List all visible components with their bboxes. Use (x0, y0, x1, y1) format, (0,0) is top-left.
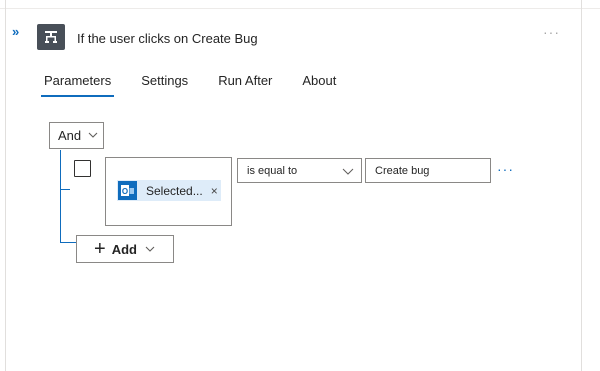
tab-parameters[interactable]: Parameters (40, 73, 115, 97)
action-title[interactable]: If the user clicks on Create Bug (77, 31, 258, 46)
add-condition-button[interactable]: + Add (76, 235, 174, 263)
token-remove-icon[interactable]: × (211, 184, 218, 198)
operator-value: is equal to (247, 164, 298, 177)
panel-right-border (581, 0, 582, 371)
collapse-chevron-icon[interactable]: » (12, 25, 19, 39)
add-button-label: Add (111, 241, 137, 257)
chevron-down-icon (342, 168, 354, 175)
chevron-down-icon (88, 132, 98, 138)
group-operator-dropdown[interactable]: And (49, 122, 104, 149)
condition-action-icon (37, 24, 65, 50)
operator-dropdown[interactable]: is equal to (237, 158, 362, 183)
top-divider (0, 8, 600, 9)
tab-settings[interactable]: Settings (141, 73, 188, 94)
token-label: Selected... (146, 183, 203, 198)
group-operator-value: And (58, 128, 82, 143)
dynamic-content-token[interactable]: O Selected... × (117, 180, 221, 201)
plus-icon: + (94, 238, 106, 260)
tree-connector-add (60, 242, 76, 243)
panel-left-border (5, 0, 6, 371)
condition-value-input[interactable]: Create bug (365, 158, 491, 183)
tab-about[interactable]: About (302, 73, 336, 94)
row-select-checkbox[interactable] (74, 160, 91, 177)
condition-icon (45, 31, 57, 43)
tree-connector-vertical (60, 150, 61, 242)
row-more-options-icon[interactable]: ··· (497, 161, 514, 177)
tree-connector-row (60, 189, 70, 190)
tab-bar: Parameters Settings Run After About (40, 73, 366, 97)
outlook-icon: O (118, 181, 137, 200)
svg-text:O: O (122, 187, 128, 196)
chevron-down-icon (145, 246, 155, 252)
action-more-options-icon[interactable]: ··· (543, 24, 560, 40)
tab-run-after[interactable]: Run After (218, 73, 272, 94)
